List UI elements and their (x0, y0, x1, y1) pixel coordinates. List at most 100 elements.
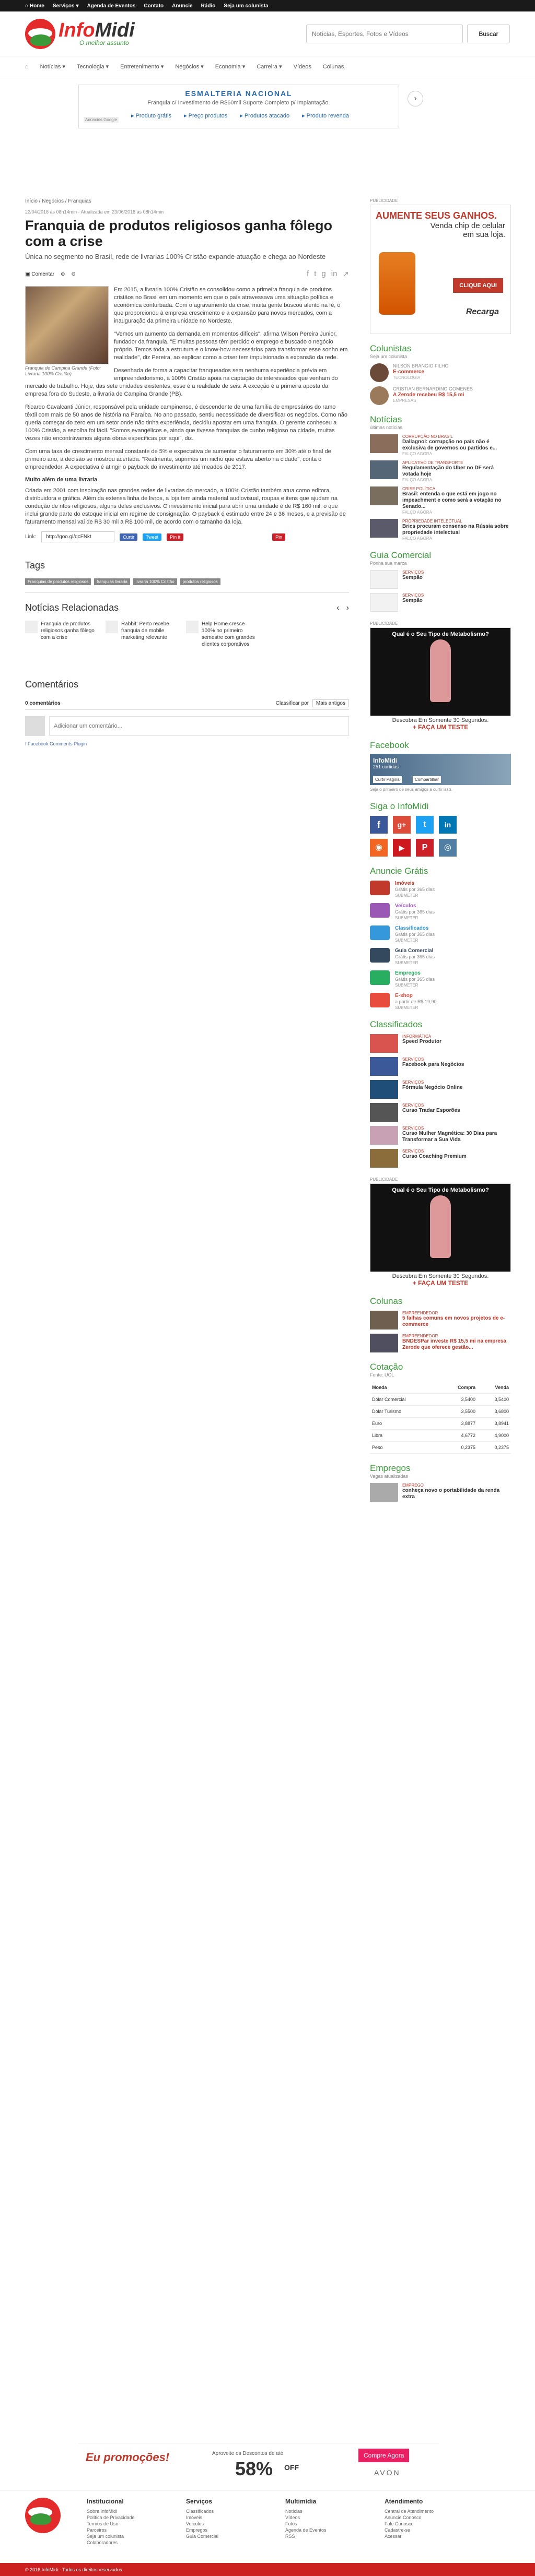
news-item[interactable]: APLICATIVO DE TRANSPORTE Regulamentação d… (370, 460, 511, 482)
topbar-home[interactable]: ⌂ Home (25, 3, 44, 9)
quiz-ad[interactable]: Qual é o Seu Tipo de Metabolismo? (370, 627, 511, 716)
topbar-contato[interactable]: Contato (144, 3, 164, 9)
anuncie-item[interactable]: E-shop a partir de R$ 19,90 SUBMETER (370, 993, 511, 1010)
sort-select[interactable]: Mais antigos (312, 699, 349, 707)
article-subtitle: Única no segmento no Brasil, rede de liv… (25, 253, 326, 260)
classificado-thumb (370, 1103, 398, 1122)
facebook-icon[interactable]: f (370, 816, 388, 834)
emprego-item[interactable]: EMPREGO conheça novo o portabilidade da r… (370, 1483, 511, 1502)
anuncie-item[interactable]: Classificados Grátis por 365 dias SUBMETER (370, 925, 511, 943)
twitter-icon[interactable]: t (416, 816, 434, 834)
nav-negocios[interactable]: Negócios ▾ (175, 63, 203, 70)
share-icon[interactable]: ↗ (342, 269, 349, 279)
anuncie-item[interactable]: Imóveis Grátis por 365 dias SUBMETER (370, 881, 511, 898)
chevron-right-icon[interactable]: › (408, 91, 423, 106)
youtube-icon[interactable]: ▶ (393, 839, 411, 857)
related-item[interactable]: Rabbit: Perto recebe franquia de mobile … (106, 621, 179, 648)
short-link-field[interactable]: http://goo.gl/qcFNkt (41, 531, 115, 542)
pin-button[interactable]: Pin (272, 533, 286, 541)
comment-button[interactable]: ▣ Comentar (25, 271, 54, 277)
site-logo[interactable]: InfoMidi O melhor assunto (25, 18, 135, 49)
linkedin-icon[interactable]: in (331, 269, 338, 279)
tag-item[interactable]: produtos religiosos (180, 578, 220, 585)
anuncie-section: Anuncie Grátis Imóveis Grátis por 365 dia… (370, 866, 511, 1010)
nav-noticias[interactable]: Notícias ▾ (40, 63, 65, 70)
linkedin-icon[interactable]: in (439, 816, 457, 834)
quiz-cta[interactable]: + FAÇA UM TESTE (370, 1279, 511, 1287)
tag-item[interactable]: livraria 100% Cristão (133, 578, 177, 585)
ad-cta-button[interactable]: CLIQUE AQUI (453, 278, 503, 293)
news-item[interactable]: CORRUPÇÃO NO BRASIL Dallagnol: corrupção … (370, 434, 511, 456)
classificado-item[interactable]: SERVIÇOS Fórmula Negócio Online (370, 1080, 511, 1099)
sidebar-ad-recarga[interactable]: AUMENTE SEUS GANHOS. Venda chip de celul… (370, 205, 511, 334)
siga-section: Siga o InfoMidi f g+ t in ◉ ▶ P ◎ (370, 801, 511, 857)
colunista-item[interactable]: CRISTIAN BERNARDINO GOMENES A Zerode rece… (370, 386, 511, 405)
colunista-item[interactable]: NILSON BRANGIO FILHO E-commerce TECNOLOGIA (370, 363, 511, 382)
megaphone-icon (370, 925, 390, 940)
google-plus-icon[interactable]: g (321, 269, 325, 279)
twitter-icon[interactable]: t (314, 269, 316, 279)
facebook-icon[interactable]: f (307, 269, 309, 279)
nav-carreira[interactable]: Carreira ▾ (257, 63, 282, 70)
site-footer: Institucional Sobre InfoMidi Política de … (0, 2490, 535, 2563)
nav-colunas[interactable]: Colunas (323, 64, 344, 70)
chevron-right-icon[interactable]: › (346, 603, 349, 612)
chevron-left-icon[interactable]: ‹ (336, 603, 339, 612)
news-item[interactable]: CRISE POLÍTICA Brasil: entenda o que está… (370, 486, 511, 515)
zoom-out-icon[interactable]: ⊖ (72, 271, 76, 277)
nav-tecnologia[interactable]: Tecnologia ▾ (77, 63, 109, 70)
topbar-colunista[interactable]: Seja um colunista (224, 3, 268, 9)
classificados-section: Classificados INFORMÁTICA Speed Produtor … (370, 1019, 511, 1168)
tag-item[interactable]: franquias livraria (94, 578, 130, 585)
topbar-anuncie[interactable]: Anuncie (172, 3, 192, 9)
classificado-item[interactable]: SERVIÇOS Curso Mulher Magnética: 30 Dias … (370, 1126, 511, 1145)
tag-item[interactable]: Franquias de produtos religiosos (25, 578, 91, 585)
comment-input[interactable] (49, 716, 349, 736)
anuncie-item[interactable]: Empregos Grátis por 365 dias SUBMETER (370, 970, 511, 988)
google-plus-icon[interactable]: g+ (393, 816, 411, 834)
fb-like-button[interactable]: Curtir (120, 533, 138, 541)
related-item[interactable]: Franquia de produtos religiosos ganha fô… (25, 621, 98, 648)
nav-home-icon[interactable]: ⌂ (25, 64, 29, 70)
ad-link[interactable]: Produtos atacado (240, 112, 289, 119)
rss-icon[interactable]: ◉ (370, 839, 388, 857)
nav-entretenimento[interactable]: Entretenimento ▾ (120, 63, 164, 70)
related-item[interactable]: Help Home cresce 100% no primeiro semest… (186, 621, 259, 648)
ad-link[interactable]: Preço produtos (184, 112, 228, 119)
facebook-page-box[interactable]: InfoMidi 251 curtidas Curtir Página Comp… (370, 754, 511, 785)
topbar-radio[interactable]: Rádio (201, 3, 216, 9)
guia-item[interactable]: SERVIÇOS Sempão (370, 570, 511, 589)
nav-economia[interactable]: Economia ▾ (215, 63, 246, 70)
classificado-item[interactable]: INFORMÁTICA Speed Produtor (370, 1034, 511, 1053)
news-item[interactable]: PROPRIEDADE INTELECTUAL Brics procuram co… (370, 519, 511, 541)
search-button[interactable]: Buscar (467, 24, 510, 43)
instagram-icon[interactable]: ◎ (439, 839, 457, 857)
pin-it-button[interactable]: Pin it (167, 533, 184, 541)
quiz-ad-2[interactable]: Qual é o Seu Tipo de Metabolismo? (370, 1183, 511, 1272)
quiz-cta[interactable]: + FAÇA UM TESTE (370, 723, 511, 731)
ad-link[interactable]: Produto grátis (131, 112, 171, 119)
fb-like-page-button[interactable]: Curtir Página (373, 776, 402, 783)
search-input[interactable] (306, 24, 463, 43)
classificado-item[interactable]: SERVIÇOS Curso Tradar Esporões (370, 1103, 511, 1122)
anuncie-item[interactable]: Veículos Grátis por 365 dias SUBMETER (370, 903, 511, 920)
coluna-item[interactable]: EMPREENDEDOR 5 falhas comuns em novos pro… (370, 1311, 511, 1329)
classificado-item[interactable]: SERVIÇOS Facebook para Negócios (370, 1057, 511, 1076)
coluna-item[interactable]: EMPREENDEDOR BNDESPar investe R$ 15,5 mi … (370, 1334, 511, 1352)
zoom-in-icon[interactable]: ⊕ (61, 271, 65, 277)
anuncie-item[interactable]: Guia Comercial Grátis por 365 dias SUBMETE… (370, 948, 511, 965)
nav-videos[interactable]: Vídeos (294, 64, 311, 70)
facebook-comments-plugin[interactable]: f Facebook Comments Plugin (25, 741, 349, 746)
topbar-servicos[interactable]: Serviços ▾ (53, 3, 79, 9)
tweet-button[interactable]: Tweet (143, 533, 162, 541)
topbar-agenda[interactable]: Agenda de Eventos (87, 3, 136, 9)
guia-item[interactable]: SERVIÇOS Sempão (370, 593, 511, 612)
footer-logo-icon[interactable] (25, 2498, 61, 2533)
colunistas-section: Colunistas Seja um colunista NILSON BRAN… (370, 343, 511, 405)
compre-agora-button[interactable]: Compre Agora (358, 2449, 410, 2462)
ad-link[interactable]: Produto revenda (302, 112, 349, 119)
bottom-ad-avon[interactable]: Eu promoções! Aproveite os Descontos de … (78, 2443, 439, 2485)
classificado-item[interactable]: SERVIÇOS Curso Coaching Premium (370, 1149, 511, 1168)
pinterest-icon[interactable]: P (416, 839, 434, 857)
fb-share-button[interactable]: Compartilhar (413, 776, 441, 783)
